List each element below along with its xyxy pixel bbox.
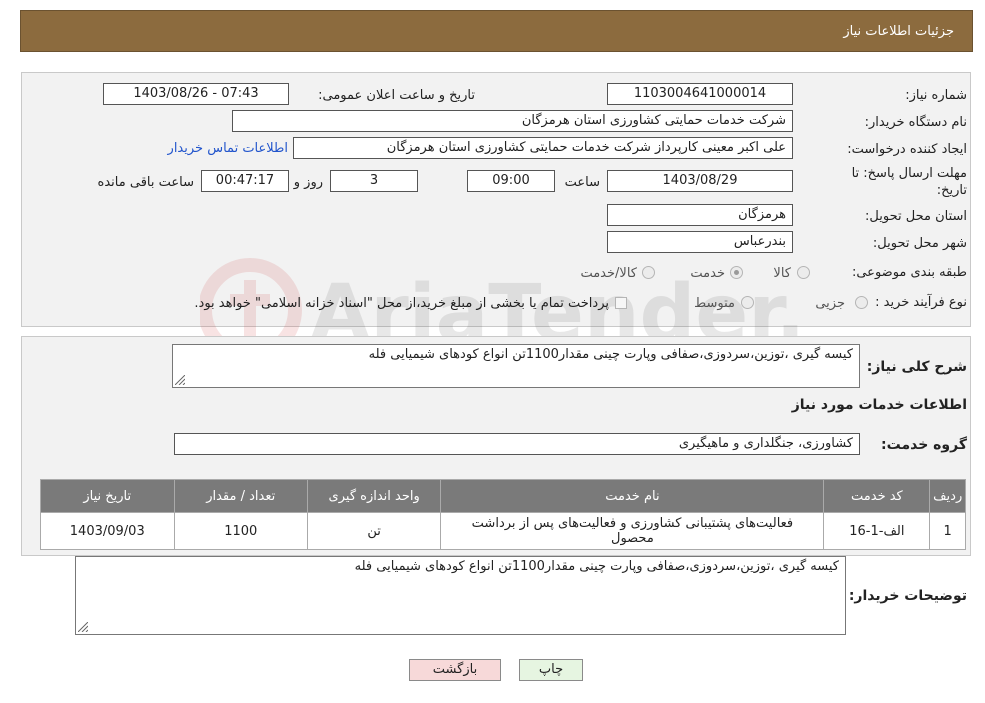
cell-date: 1403/09/03 (40, 512, 175, 550)
creator-field: علی اکبر معینی کارپرداز شرکت خدمات حمایت… (293, 137, 793, 159)
resize-handle-icon[interactable] (175, 375, 185, 385)
category-option-service: خدمت (690, 266, 725, 281)
category-radio-goods[interactable] (797, 266, 810, 279)
announce-date-field: 1403/08/26 - 07:43 (103, 83, 289, 105)
province-label: استان محل تحویل: (865, 209, 967, 224)
back-button[interactable]: بازگشت (409, 659, 501, 681)
city-field: بندرعباس (607, 231, 793, 253)
cell-name-line1: فعالیت‌های پشتیبانی کشاورزی و فعالیت‌های… (471, 516, 794, 531)
days-remaining-field: 3 (330, 170, 418, 192)
col-row: ردیف (929, 479, 966, 513)
page-header: جزئیات اطلاعات نیاز (20, 10, 973, 52)
table-header-row: ردیف کد خدمت نام خدمت واحد اندازه گیری ت… (40, 479, 966, 513)
remaining-time-label: ساعت باقی مانده (97, 175, 194, 190)
province-field: هرمزگان (607, 204, 793, 226)
announce-date-label: تاریخ و ساعت اعلان عمومی: (318, 88, 475, 103)
buyer-contact-link[interactable]: اطلاعات تماس خریدار (168, 141, 288, 156)
days-label: روز و (293, 175, 323, 190)
deadline-label-date: تاریخ: (936, 183, 967, 198)
treasury-payment-note: پرداخت تمام یا بخشی از مبلغ خرید،از محل … (194, 296, 609, 311)
cell-name-line2: محصول (611, 531, 654, 546)
deadline-time-label: ساعت (564, 175, 600, 190)
cell-unit: تن (306, 512, 442, 550)
remaining-time-field: 00:47:17 (201, 170, 289, 192)
need-number-label: شماره نیاز: (905, 88, 967, 103)
category-option-goods: کالا (773, 266, 791, 281)
print-button[interactable]: چاپ (519, 659, 583, 681)
page-title: جزئیات اطلاعات نیاز (843, 24, 954, 39)
category-option-goods-service: کالا/خدمت (580, 266, 637, 281)
description-label: شرح کلی نیاز: (866, 359, 967, 375)
deadline-label: مهلت ارسال پاسخ: تا (851, 166, 967, 181)
process-radio-medium[interactable] (741, 296, 754, 309)
buyer-field: شرکت خدمات حمایتی کشاورزی استان هرمزگان (232, 110, 793, 132)
category-label: طبقه بندی موضوعی: (851, 265, 967, 280)
cell-code: الف-1-16 (823, 512, 931, 550)
service-group-field: کشاورزی، جنگلداری و ماهیگیری (174, 433, 860, 455)
col-code: کد خدمت (823, 479, 931, 513)
cell-name: فعالیت‌های پشتیبانی کشاورزی و فعالیت‌های… (440, 512, 825, 550)
table-row: 1 الف-1-16 فعالیت‌های پشتیبانی کشاورزی و… (40, 512, 966, 550)
buyer-label: نام دستگاه خریدار: (864, 115, 967, 130)
buyer-notes-label: توضیحات خریدار: (848, 588, 967, 604)
service-group-label: گروه خدمت: (881, 437, 967, 453)
buyer-notes-textarea[interactable]: کیسه گیری ،توزین،سردوزی،صفافی وپارت چینی… (75, 556, 846, 635)
cell-row: 1 (929, 512, 966, 550)
col-quantity: تعداد / مقدار (173, 479, 308, 513)
process-option-minor: جزیی (815, 296, 845, 311)
treasury-payment-checkbox[interactable] (615, 297, 627, 309)
need-number-field: 1103004641000014 (607, 83, 793, 105)
process-option-medium: متوسط (694, 296, 735, 311)
cell-quantity: 1100 (173, 512, 308, 550)
col-name: نام خدمت (440, 479, 825, 513)
category-radio-service[interactable] (730, 266, 743, 279)
col-date: تاریخ نیاز (40, 479, 175, 513)
services-heading: اطلاعات خدمات مورد نیاز (791, 397, 967, 413)
services-table: ردیف کد خدمت نام خدمت واحد اندازه گیری ت… (40, 479, 966, 550)
resize-handle-icon[interactable] (78, 622, 88, 632)
category-radio-goods-service[interactable] (642, 266, 655, 279)
process-label: نوع فرآیند خرید : (875, 295, 967, 310)
city-label: شهر محل تحویل: (872, 236, 967, 251)
deadline-time-field: 09:00 (467, 170, 555, 192)
creator-label: ایجاد کننده درخواست: (847, 142, 967, 157)
description-text: کیسه گیری ،توزین،سردوزی،صفافی وپارت چینی… (368, 347, 853, 362)
buyer-notes-text: کیسه گیری ،توزین،سردوزی،صفافی وپارت چینی… (354, 559, 839, 574)
description-textarea[interactable]: کیسه گیری ،توزین،سردوزی،صفافی وپارت چینی… (172, 344, 860, 388)
process-radio-minor[interactable] (855, 296, 868, 309)
col-unit: واحد اندازه گیری (306, 479, 442, 513)
deadline-date-field: 1403/08/29 (607, 170, 793, 192)
